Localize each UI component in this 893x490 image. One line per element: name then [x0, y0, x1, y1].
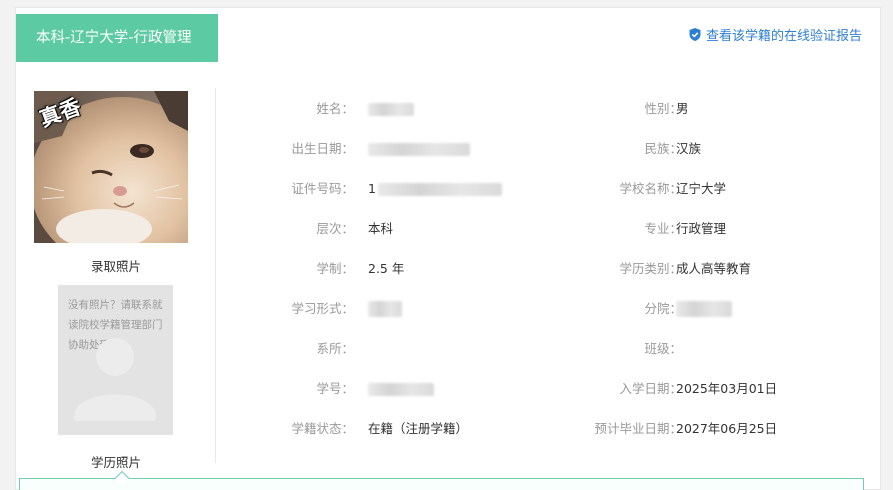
birth-date-label: 出生日期：: [291, 141, 354, 156]
study-form-label: 学习形式：: [291, 301, 354, 316]
student-record-card: 本科-辽宁大学-行政管理 查看该学籍的在线验证报告 真香 录取照片 没有照片？请…: [15, 7, 881, 490]
ethnicity-value: 汉族: [676, 141, 702, 156]
edu-type-label: 学历类别：: [619, 261, 682, 276]
birth-date-redacted: [368, 143, 470, 156]
record-title-tab: 本科-辽宁大学-行政管理: [16, 14, 218, 62]
gender-value: 男: [676, 101, 689, 116]
class-label: 班级：: [644, 341, 682, 356]
enroll-date-label: 入学日期：: [619, 381, 682, 396]
major-label: 专业：: [644, 221, 682, 236]
study-form-redacted: [368, 301, 402, 317]
verify-report-label[interactable]: 查看该学籍的在线验证报告: [706, 25, 862, 44]
next-record-panel-edge: [19, 478, 864, 490]
student-no-label: 学号：: [316, 381, 354, 396]
verify-report-link[interactable]: 查看该学籍的在线验证报告: [689, 25, 862, 44]
branch-redacted: [676, 301, 732, 317]
grad-date-value: 2027年06月25日: [676, 421, 778, 436]
duration-value: 2.5 年: [368, 261, 405, 276]
student-no-redacted: [368, 383, 434, 396]
ethnicity-label: 民族：: [644, 141, 682, 156]
id-number-label: 证件号码：: [291, 181, 354, 196]
education-photo-caption: 学历照片: [90, 455, 141, 470]
edu-type-value: 成人高等教育: [676, 261, 752, 276]
dept-label: 系所：: [316, 341, 354, 356]
enroll-date-value: 2025年03月01日: [676, 381, 778, 396]
major-value: 行政管理: [676, 221, 727, 236]
id-number-prefix: 1: [368, 181, 376, 196]
school-value: 辽宁大学: [676, 181, 727, 196]
level-value: 本科: [368, 221, 394, 236]
name-label: 姓名：: [316, 101, 354, 116]
id-number-redacted: [378, 183, 502, 196]
school-label: 学校名称：: [619, 181, 682, 196]
duration-label: 学制：: [316, 261, 354, 276]
branch-label: 分院：: [644, 301, 682, 316]
grad-date-label: 预计毕业日期：: [594, 421, 682, 436]
status-label: 学籍状态：: [291, 421, 354, 436]
shield-check-icon: [689, 28, 701, 41]
level-label: 层次：: [316, 221, 354, 236]
status-value: 在籍（注册学籍）: [368, 421, 469, 436]
gender-label: 性别：: [644, 101, 682, 116]
name-value-redacted: [368, 103, 414, 116]
